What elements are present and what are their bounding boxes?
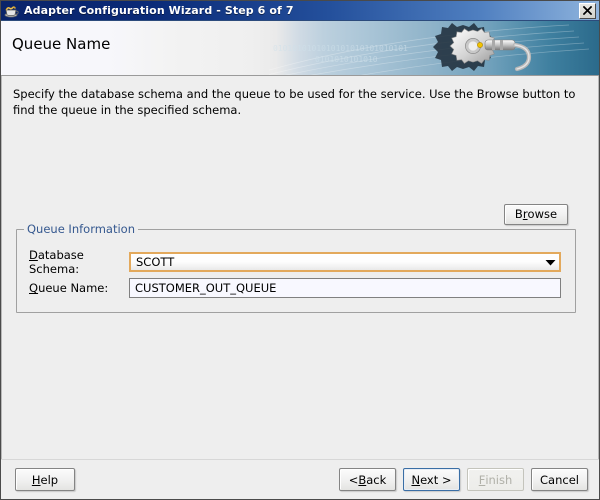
wizard-window: Adapter Configuration Wizard - Step 6 of…	[0, 0, 600, 500]
finish-mnemonic: F	[478, 472, 486, 487]
queue-name-input[interactable]	[129, 278, 561, 298]
database-schema-value: SCOTT	[136, 255, 175, 269]
chevron-down-icon[interactable]	[542, 259, 559, 266]
titlebar: Adapter Configuration Wizard - Step 6 of…	[1, 1, 599, 21]
database-schema-label: Database Schema:	[29, 248, 84, 276]
svg-text:0101010101010101010101010101: 0101010101010101010101010101	[273, 44, 408, 53]
browse-button[interactable]: Br owse	[504, 203, 568, 225]
queue-name-mnemonic: Q	[29, 281, 39, 295]
nav-button-group: < Back Next > Finish Cancel	[339, 468, 588, 491]
cancel-button[interactable]: Cancel	[531, 468, 588, 491]
queue-name-row: Queue Name:	[17, 278, 575, 298]
wizard-banner: Queue Name 0101010101010101010101010101 …	[1, 21, 599, 76]
database-schema-row: Database Schema: SCOTT	[17, 248, 575, 276]
finish-button: Finish	[467, 468, 524, 491]
back-button[interactable]: < Back	[339, 468, 396, 491]
back-mnemonic: B	[358, 472, 367, 487]
svg-text:0101010101010: 0101010101010	[315, 55, 378, 64]
database-schema-mnemonic: D	[29, 248, 38, 262]
help-mnemonic: H	[31, 472, 41, 487]
button-bar: Help < Back Next > Finish Cancel	[1, 459, 599, 499]
coffee-cup-icon	[4, 3, 20, 19]
database-schema-combobox[interactable]: SCOTT	[129, 252, 561, 272]
close-icon[interactable]	[579, 2, 596, 19]
browse-row: Br owse	[504, 203, 568, 225]
queue-information-group: Queue Information Database Schema: SCOTT…	[16, 222, 576, 313]
queue-name-label: Queue Name:	[29, 281, 109, 295]
help-button[interactable]: Help	[15, 468, 75, 491]
next-button[interactable]: Next >	[403, 468, 460, 491]
content-area: Specify the database schema and the queu…	[1, 76, 599, 499]
window-title: Adapter Configuration Wizard - Step 6 of…	[24, 4, 294, 17]
next-mnemonic: N	[411, 472, 421, 487]
gear-and-binary-graphic: 0101010101010101010101010101 01010101010…	[258, 21, 599, 75]
instruction-text: Specify the database schema and the queu…	[13, 87, 576, 117]
browse-mnemonic: r	[522, 207, 528, 221]
group-legend: Queue Information	[24, 222, 139, 236]
page-title: Queue Name	[12, 35, 111, 53]
